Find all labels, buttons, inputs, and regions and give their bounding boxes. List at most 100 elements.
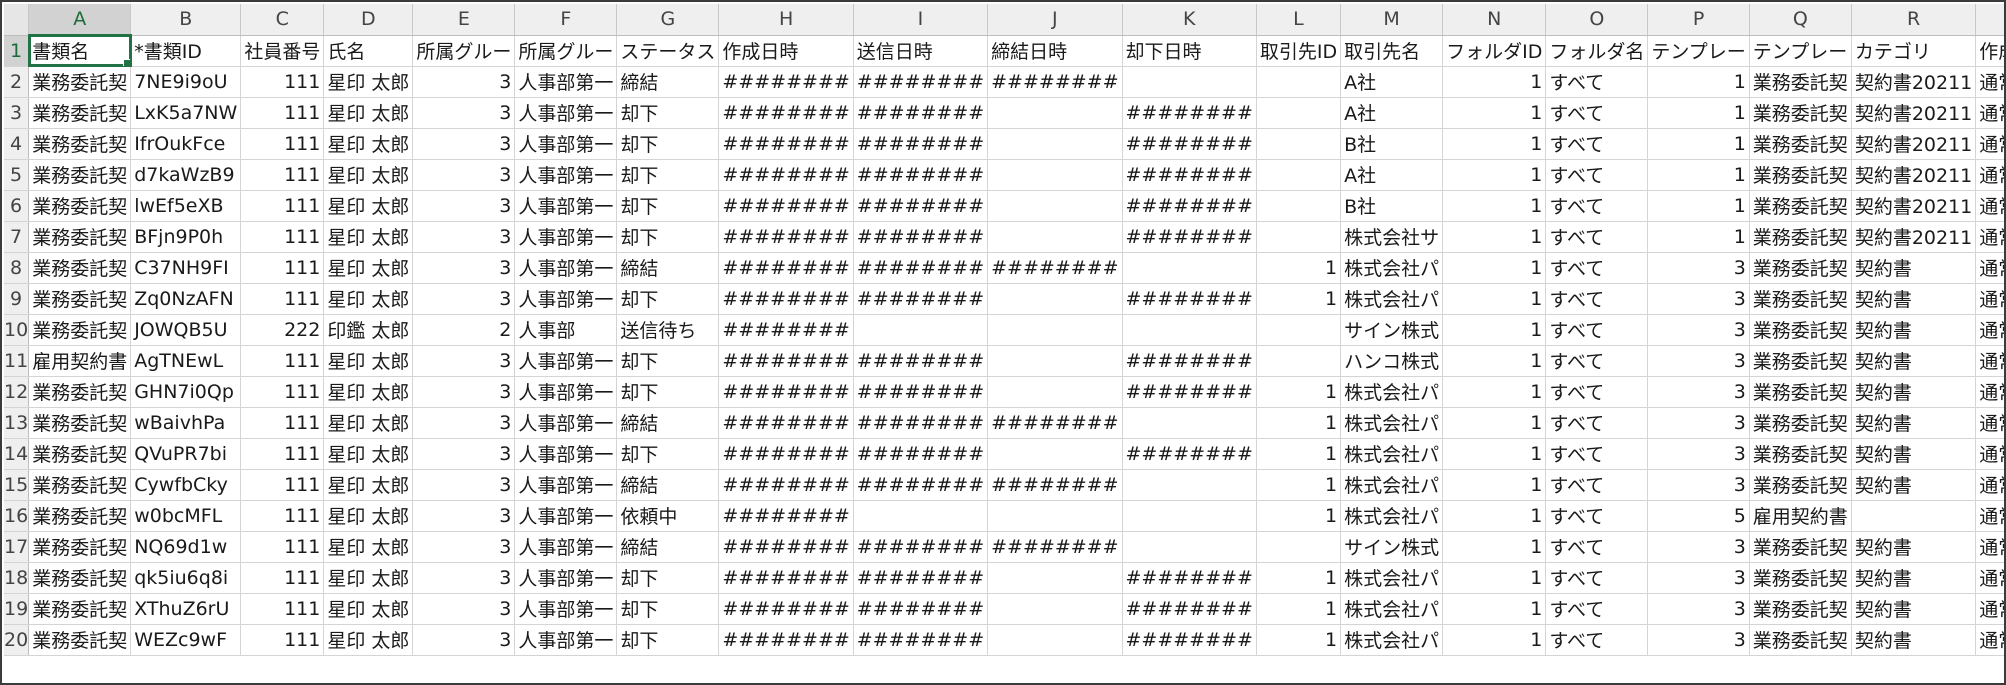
cell-k7[interactable]: ########: [1122, 221, 1257, 253]
cell-b9[interactable]: Zq0NzAFN: [130, 283, 242, 315]
cell-d20[interactable]: 星印 太郎: [323, 624, 414, 656]
row-header[interactable]: 4: [4, 128, 30, 160]
cell-r11[interactable]: 契約書: [1851, 345, 1977, 377]
cell-q14[interactable]: 業務委託契: [1749, 438, 1852, 470]
cell-a11[interactable]: 雇用契約書: [28, 345, 132, 377]
cell-i14[interactable]: ########: [853, 438, 989, 470]
cell-j18[interactable]: [987, 562, 1123, 594]
cell-q20[interactable]: 業務委託契: [1749, 624, 1852, 656]
cell-s18[interactable]: 通常: [1975, 562, 2004, 594]
cell-q12[interactable]: 業務委託契: [1749, 376, 1852, 408]
cell-s1[interactable]: 作成方法: [1975, 35, 2004, 67]
cell-s5[interactable]: 通常: [1975, 159, 2004, 191]
cell-m6[interactable]: B社: [1340, 190, 1444, 222]
cell-s11[interactable]: 通常: [1975, 345, 2004, 377]
cell-s15[interactable]: 通常: [1975, 469, 2004, 501]
cell-n20[interactable]: 1: [1442, 624, 1547, 656]
cell-f1[interactable]: 所属グルー: [514, 35, 618, 67]
cell-r8[interactable]: 契約書: [1851, 252, 1977, 284]
cell-c13[interactable]: 111: [240, 407, 325, 439]
cell-p16[interactable]: 5: [1647, 500, 1750, 532]
cell-p9[interactable]: 3: [1647, 283, 1750, 315]
cell-s13[interactable]: 通常: [1975, 407, 2004, 439]
cell-g20[interactable]: 却下: [616, 624, 720, 656]
cell-o16[interactable]: すべて: [1545, 500, 1649, 532]
cell-g15[interactable]: 締結: [616, 469, 720, 501]
cell-g17[interactable]: 締結: [616, 531, 720, 563]
cell-d15[interactable]: 星印 太郎: [323, 469, 414, 501]
cell-e9[interactable]: 3: [412, 283, 516, 315]
cell-c8[interactable]: 111: [240, 252, 325, 284]
cell-p19[interactable]: 3: [1647, 593, 1750, 625]
cell-e20[interactable]: 3: [412, 624, 516, 656]
cell-r12[interactable]: 契約書: [1851, 376, 1977, 408]
cell-g16[interactable]: 依頼中: [616, 500, 720, 532]
column-header-r[interactable]: R: [1851, 4, 1977, 36]
row-header[interactable]: 9: [4, 283, 30, 315]
cell-m19[interactable]: 株式会社パ: [1340, 593, 1444, 625]
cell-f19[interactable]: 人事部第一: [514, 593, 618, 625]
cell-j3[interactable]: [987, 97, 1123, 129]
cell-a7[interactable]: 業務委託契: [28, 221, 132, 253]
cell-p20[interactable]: 3: [1647, 624, 1750, 656]
row-header[interactable]: 3: [4, 97, 30, 129]
cell-r7[interactable]: 契約書20211: [1851, 221, 1977, 253]
cell-i8[interactable]: ########: [853, 252, 989, 284]
cell-f20[interactable]: 人事部第一: [514, 624, 618, 656]
cell-o18[interactable]: すべて: [1545, 562, 1649, 594]
cell-a18[interactable]: 業務委託契: [28, 562, 132, 594]
cell-m3[interactable]: A社: [1340, 97, 1444, 129]
cell-m13[interactable]: 株式会社パ: [1340, 407, 1444, 439]
cell-f13[interactable]: 人事部第一: [514, 407, 618, 439]
row-header[interactable]: 17: [4, 531, 30, 563]
cell-k17[interactable]: [1122, 531, 1257, 563]
cell-r1[interactable]: カテゴリ: [1851, 35, 1977, 67]
cell-i18[interactable]: ########: [853, 562, 989, 594]
cell-b12[interactable]: GHN7i0Qp: [130, 376, 242, 408]
cell-d3[interactable]: 星印 太郎: [323, 97, 414, 129]
cell-c5[interactable]: 111: [240, 159, 325, 191]
cell-f7[interactable]: 人事部第一: [514, 221, 618, 253]
cell-b20[interactable]: WEZc9wF: [130, 624, 242, 656]
cell-h14[interactable]: ########: [718, 438, 854, 470]
cell-n7[interactable]: 1: [1442, 221, 1547, 253]
cell-m11[interactable]: ハンコ株式: [1340, 345, 1444, 377]
column-header-f[interactable]: F: [514, 4, 618, 36]
cell-a4[interactable]: 業務委託契: [28, 128, 132, 160]
cell-r9[interactable]: 契約書: [1851, 283, 1977, 315]
cell-q7[interactable]: 業務委託契: [1749, 221, 1852, 253]
cell-i12[interactable]: ########: [853, 376, 989, 408]
column-header-m[interactable]: M: [1340, 4, 1444, 36]
cell-h13[interactable]: ########: [718, 407, 854, 439]
cell-e14[interactable]: 3: [412, 438, 516, 470]
cell-c11[interactable]: 111: [240, 345, 325, 377]
cell-e13[interactable]: 3: [412, 407, 516, 439]
cell-c9[interactable]: 111: [240, 283, 325, 315]
cell-f6[interactable]: 人事部第一: [514, 190, 618, 222]
cell-o3[interactable]: すべて: [1545, 97, 1649, 129]
cell-e15[interactable]: 3: [412, 469, 516, 501]
cell-k18[interactable]: ########: [1122, 562, 1257, 594]
cell-h2[interactable]: ########: [718, 66, 854, 98]
cell-l18[interactable]: 1: [1256, 562, 1342, 594]
cell-k13[interactable]: [1122, 407, 1257, 439]
cell-a10[interactable]: 業務委託契: [28, 314, 132, 346]
cell-g18[interactable]: 却下: [616, 562, 720, 594]
cell-q9[interactable]: 業務委託契: [1749, 283, 1852, 315]
cell-i20[interactable]: ########: [853, 624, 989, 656]
cell-l10[interactable]: [1256, 314, 1342, 346]
cell-c14[interactable]: 111: [240, 438, 325, 470]
cell-q16[interactable]: 雇用契約書: [1749, 500, 1852, 532]
cell-s17[interactable]: 通常: [1975, 531, 2004, 563]
cell-g3[interactable]: 却下: [616, 97, 720, 129]
cell-k9[interactable]: ########: [1122, 283, 1257, 315]
row-header[interactable]: 10: [4, 314, 30, 346]
cell-e4[interactable]: 3: [412, 128, 516, 160]
cell-q8[interactable]: 業務委託契: [1749, 252, 1852, 284]
cell-l11[interactable]: [1256, 345, 1342, 377]
cell-f17[interactable]: 人事部第一: [514, 531, 618, 563]
cell-d16[interactable]: 星印 太郎: [323, 500, 414, 532]
cell-k12[interactable]: ########: [1122, 376, 1257, 408]
cell-g8[interactable]: 締結: [616, 252, 720, 284]
cell-i15[interactable]: ########: [853, 469, 989, 501]
